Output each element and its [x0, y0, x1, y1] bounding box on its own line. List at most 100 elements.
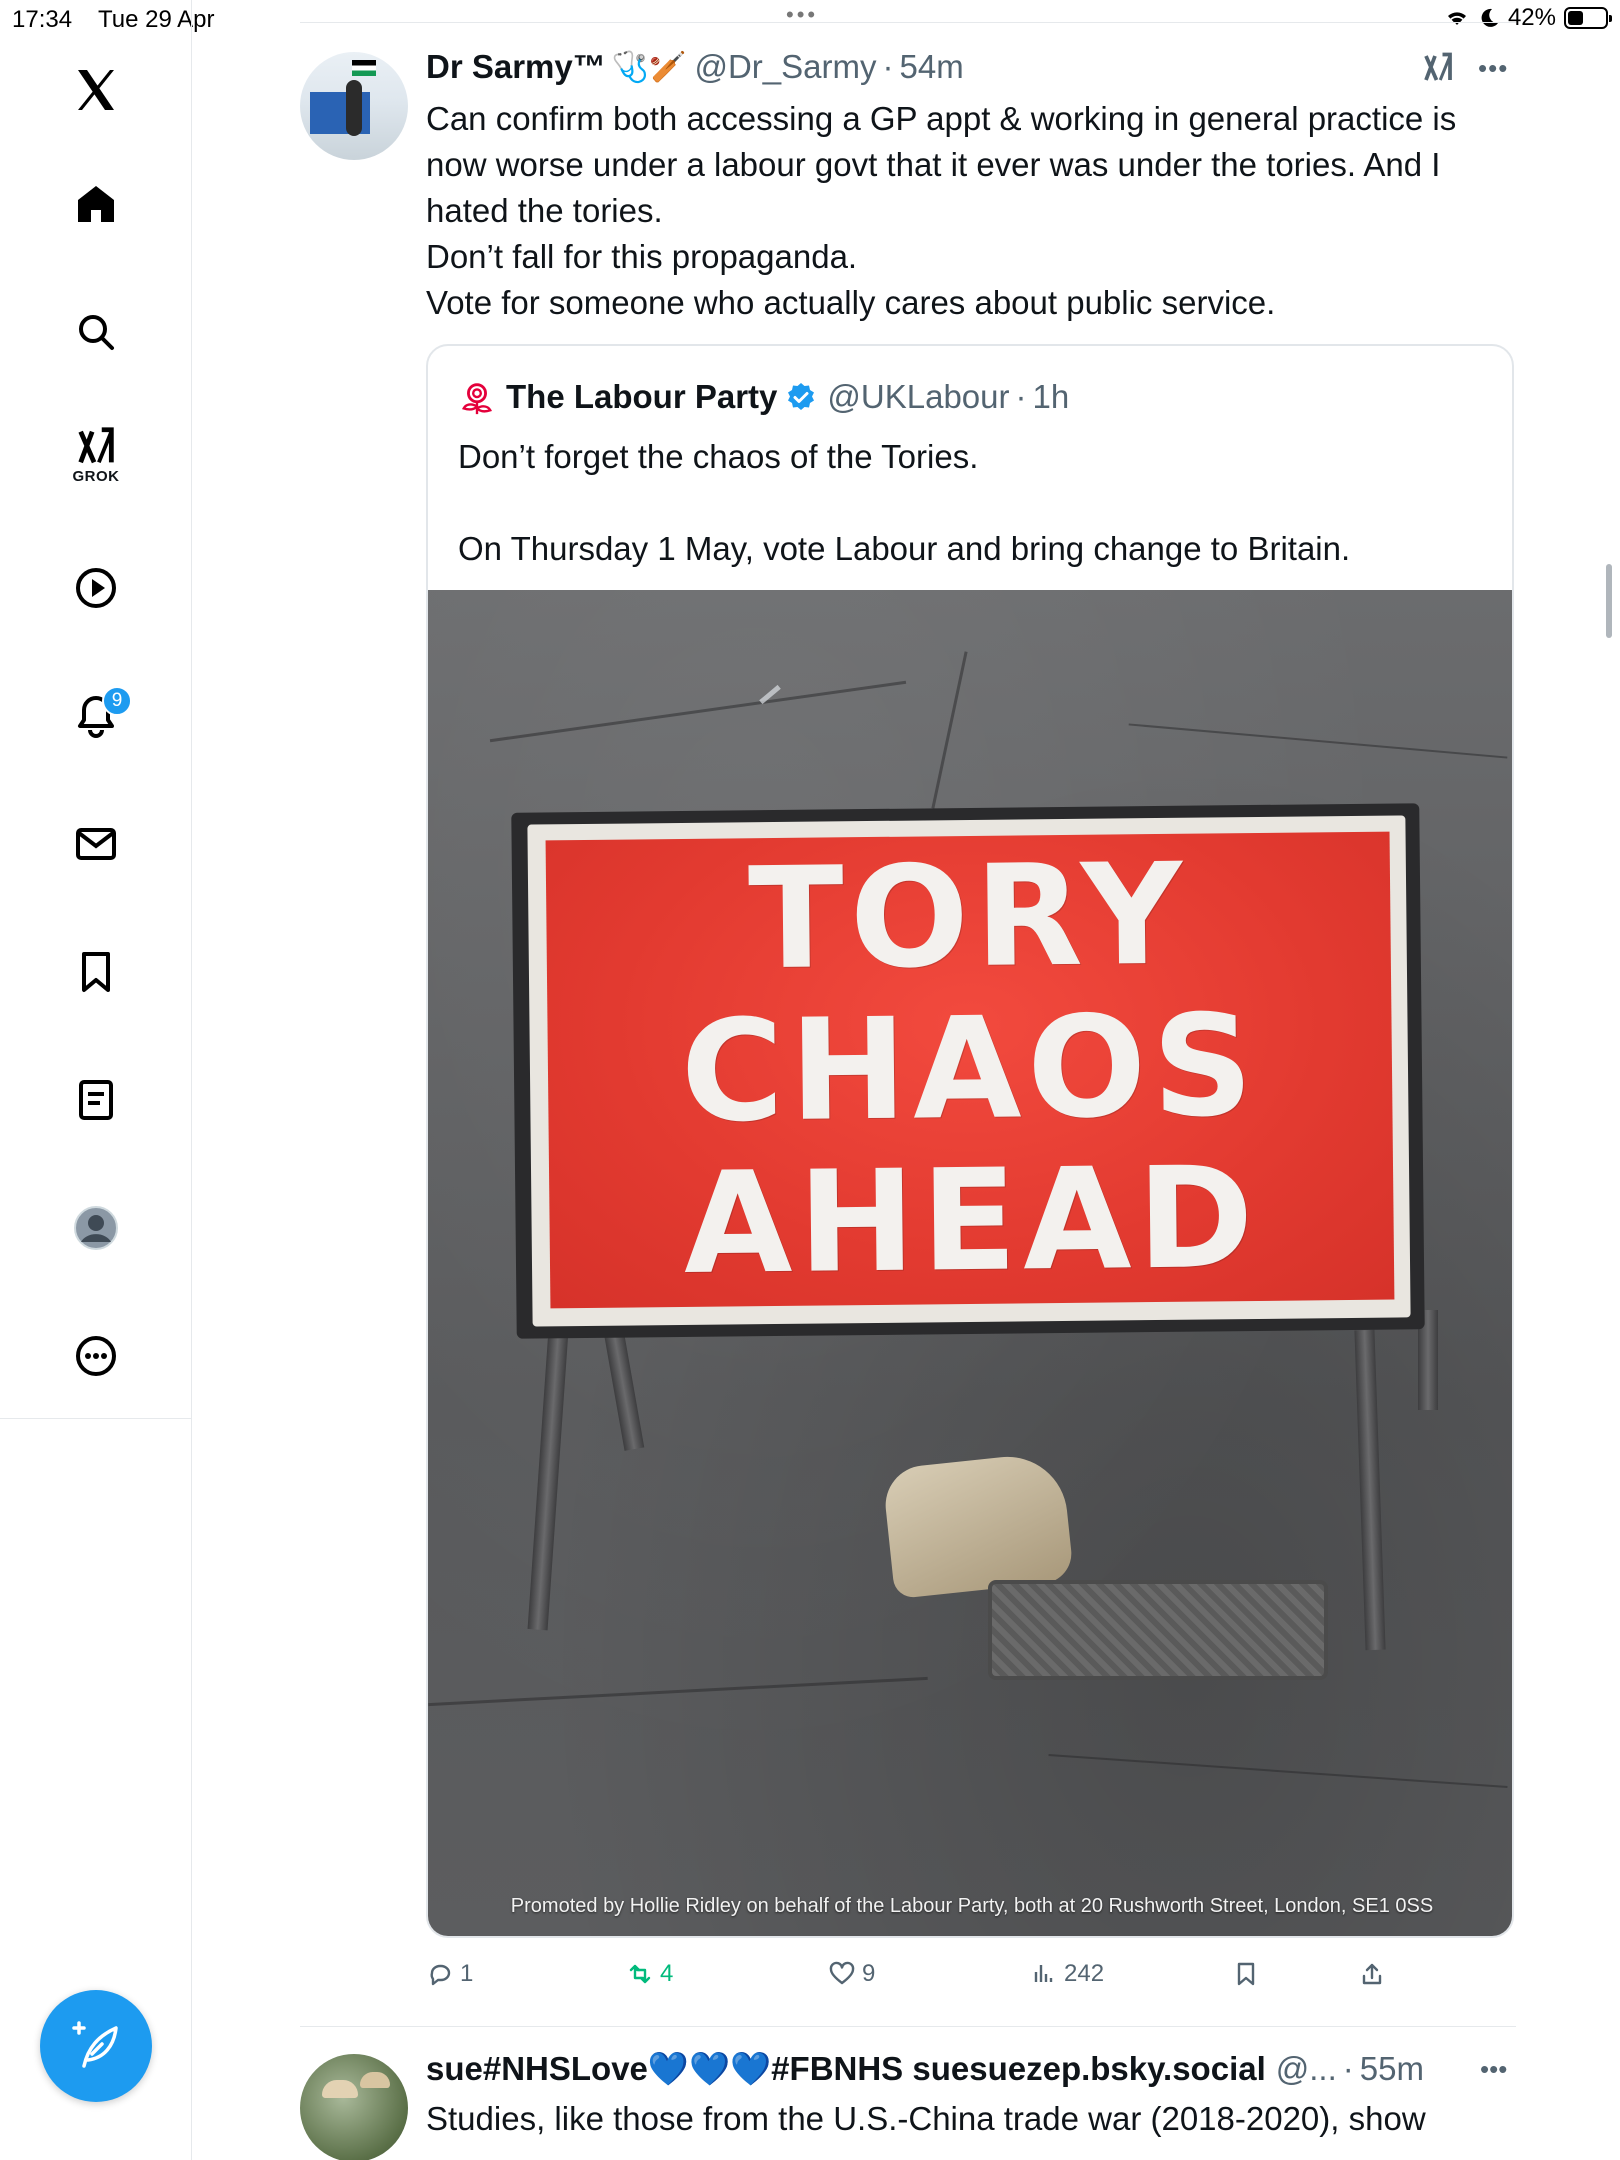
road-sign: TORY CHAOS AHEAD	[511, 803, 1425, 1339]
sign-text: AHEAD	[682, 1136, 1261, 1306]
like-count: 9	[862, 1960, 876, 1987]
road-crack	[931, 651, 968, 809]
tweet-header: Dr Sarmy™ 🩺🏏 @Dr_Sarmy · 54m	[426, 44, 964, 90]
repost-button[interactable]: 4	[626, 1960, 673, 1988]
tweet-divider	[300, 2026, 1516, 2027]
tweet-line: Don’t fall for this propaganda.	[426, 238, 858, 275]
quoted-author-name[interactable]: The Labour Party	[506, 378, 777, 416]
road-crack	[428, 1676, 928, 1707]
tweet-more-icon[interactable]: •••	[1480, 2054, 1507, 2085]
separator-dot: ·	[882, 48, 894, 85]
avatar-flag	[352, 60, 376, 76]
lists-icon[interactable]	[56, 1060, 136, 1140]
reply-button[interactable]: 1	[426, 1960, 473, 1988]
battery-percent: 42%	[1507, 4, 1556, 31]
tweet-header-actions: •••	[1420, 50, 1508, 86]
sign-leg	[1354, 1329, 1386, 1651]
quoted-author-handle[interactable]: @UKLabour	[827, 378, 1009, 416]
road-sign-border: TORY CHAOS AHEAD	[527, 815, 1411, 1327]
grok-icon[interactable]	[1420, 50, 1456, 86]
bookmark-button[interactable]	[1232, 1960, 1260, 1988]
sign-text: TORY	[747, 833, 1190, 1002]
road-sign-panel: TORY CHAOS AHEAD	[545, 831, 1395, 1309]
reply-icon	[430, 1964, 451, 1986]
x-logo-icon[interactable]	[56, 50, 136, 130]
grok-icon[interactable]: GROK	[56, 414, 136, 494]
like-button[interactable]: 9	[828, 1960, 875, 1988]
quoted-tweet-text: Don’t forget the chaos of the Tories. On…	[458, 434, 1488, 572]
status-indicators: 42%	[1444, 4, 1612, 32]
sign-leg	[603, 1329, 645, 1451]
views-button[interactable]: 242	[1030, 1960, 1104, 1988]
drain-cover	[988, 1580, 1328, 1680]
status-bar: 17:34 Tue 29 Apr ••• 42%	[0, 0, 1620, 38]
tweet-actions: 1 4 9 242	[0, 1960, 1620, 2010]
quoted-line: On Thursday 1 May, vote Labour and bring…	[458, 530, 1351, 567]
quoted-tweet-time[interactable]: 1h	[1033, 378, 1070, 416]
quoted-tweet-image[interactable]: TORY CHAOS AHEAD Promoted by Hollie Ridl…	[428, 590, 1512, 1936]
tweet-line: Can confirm both accessing a GP appt & w…	[426, 100, 1457, 137]
repost-icon	[629, 1964, 651, 1984]
separator-dot: ·	[1015, 378, 1027, 415]
search-icon[interactable]	[56, 292, 136, 372]
heart-icon	[829, 1961, 855, 1985]
grok-label: GROK	[72, 467, 120, 485]
author-emoji: 🩺🏏	[611, 50, 687, 84]
tweet-time[interactable]: 54m	[899, 48, 963, 86]
views-bar-icon	[1034, 1965, 1053, 1982]
repost-count: 4	[660, 1960, 674, 1987]
notification-badge: 9	[102, 686, 132, 716]
tweet-text: Can confirm both accessing a GP appt & w…	[426, 96, 1516, 326]
sidebar: GROK 9	[0, 0, 192, 2160]
home-icon[interactable]	[56, 164, 136, 244]
tweet-line: now worse under a labour govt that it ev…	[426, 146, 1441, 183]
tweet-header: sue#NHSLove💙💙💙#FBNHS suesuezep.bsky.soci…	[426, 2046, 1424, 2092]
battery-fill	[1568, 11, 1583, 25]
compose-feather-icon	[72, 2021, 118, 2068]
sidebar-divider	[0, 1418, 192, 1419]
profile-avatar-icon[interactable]	[56, 1188, 136, 1268]
more-options-icon[interactable]	[56, 1316, 136, 1396]
multitasking-dots-icon[interactable]: •••	[786, 2, 818, 28]
road-crack	[1128, 723, 1508, 759]
sign-leg	[527, 1329, 569, 1631]
tweet-text: Studies, like those from the U.S.-China …	[426, 2100, 1426, 2137]
feed-top-divider	[300, 22, 1516, 23]
quoted-tweet-header: The Labour Party @UKLabour · 1h	[458, 374, 1069, 420]
battery-icon	[1564, 7, 1612, 29]
tweet-line: Vote for someone who actually cares abou…	[426, 284, 1276, 321]
tweet-line: hated the tories.	[426, 192, 663, 229]
share-icon	[1362, 1963, 1382, 1985]
labour-rose-icon	[462, 383, 492, 415]
wifi-icon	[1447, 12, 1466, 25]
author-avatar[interactable]	[300, 52, 408, 160]
video-icon[interactable]	[56, 548, 136, 628]
reply-count: 1	[460, 1960, 474, 1987]
sign-text: CHAOS	[680, 984, 1260, 1155]
messages-envelope-icon[interactable]	[56, 804, 136, 884]
author-handle[interactable]: @...	[1276, 2050, 1337, 2088]
tweet-more-icon[interactable]: •••	[1478, 53, 1508, 84]
avatar-mushroom	[322, 2080, 358, 2098]
sandbag	[881, 1450, 1075, 1600]
author-name[interactable]: sue#NHSLove💙💙💙#FBNHS suesuezep.bsky.soci…	[426, 2050, 1266, 2089]
scrollbar[interactable]	[1606, 564, 1612, 638]
road-crack	[1048, 1753, 1508, 1789]
road-crack	[489, 680, 907, 743]
quoted-tweet[interactable]: The Labour Party @UKLabour · 1h Don’t fo…	[426, 344, 1514, 1938]
bookmark-icon	[1237, 1962, 1255, 1986]
separator-dot: ·	[1342, 2050, 1354, 2087]
author-handle[interactable]: @Dr_Sarmy	[694, 48, 876, 86]
image-caption: Promoted by Hollie Ridley on behalf of t…	[510, 1895, 1434, 1917]
share-button[interactable]	[1358, 1960, 1386, 1988]
author-name[interactable]: Dr Sarmy™	[426, 48, 606, 86]
notifications-bell-icon[interactable]: 9	[56, 676, 136, 756]
views-count: 242	[1064, 1960, 1105, 1987]
moon-icon	[1481, 8, 1498, 27]
avatar-person	[346, 80, 362, 136]
quoted-line: Don’t forget the chaos of the Tories.	[458, 438, 979, 475]
tweet-time[interactable]: 55m	[1360, 2050, 1424, 2088]
verified-badge-icon	[788, 383, 815, 410]
author-avatar[interactable]	[300, 2054, 408, 2160]
bookmarks-icon[interactable]	[56, 932, 136, 1012]
